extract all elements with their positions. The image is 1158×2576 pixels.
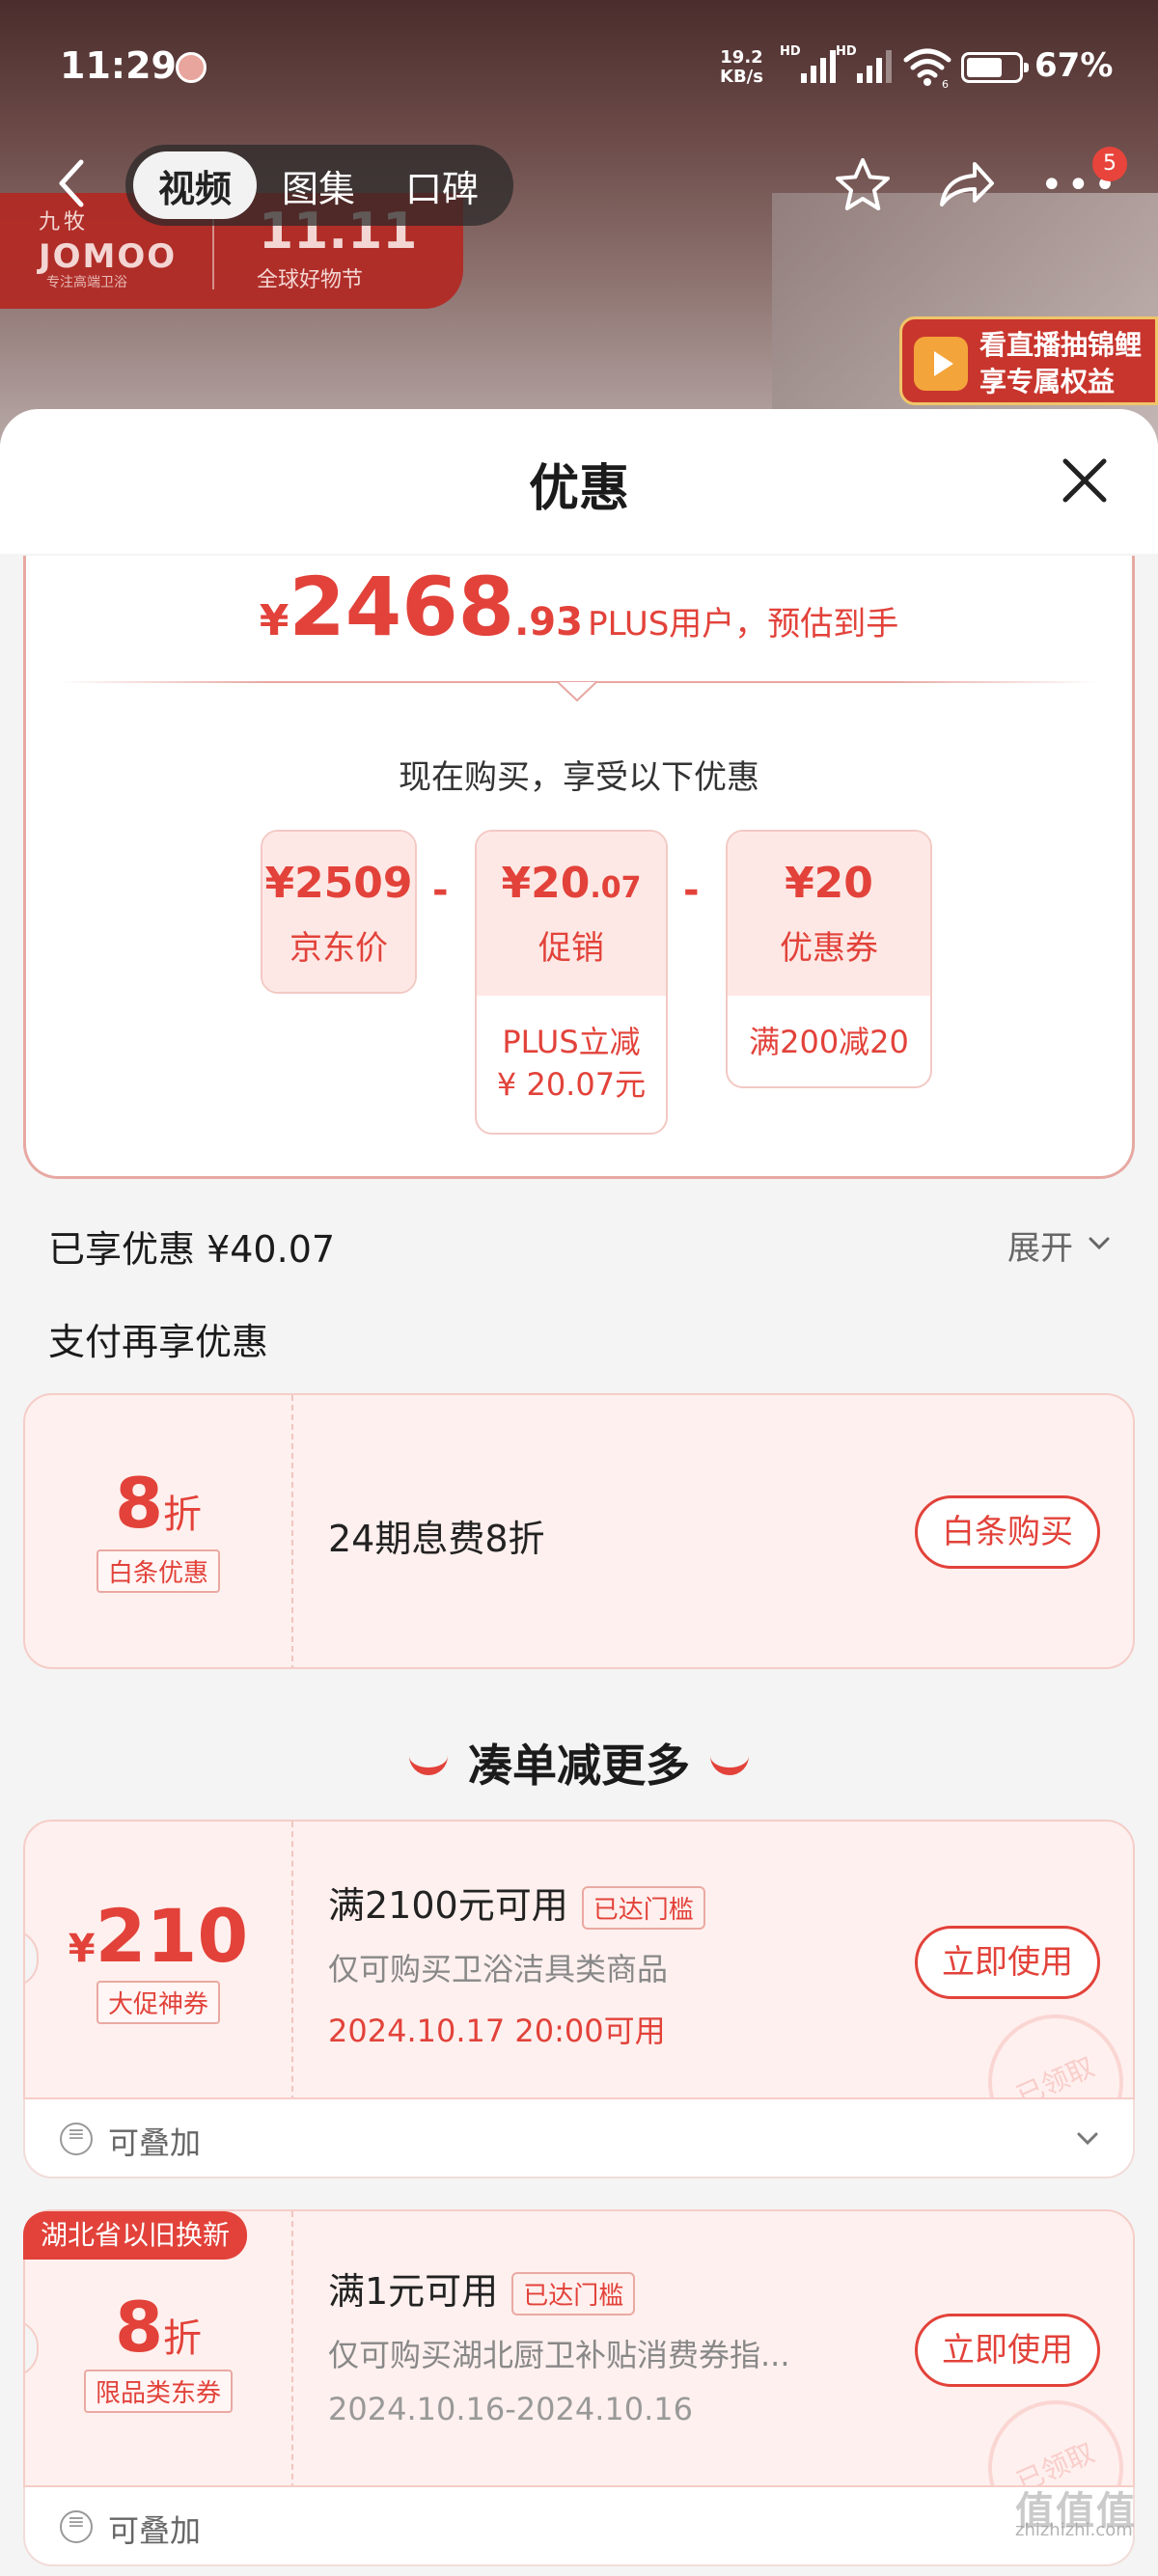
divider-notch [558,681,596,702]
more-section-title: 凑单减更多 [468,1740,690,1792]
battery-icon [961,52,1029,83]
price-yen: ¥ [259,596,290,645]
coupon2-unit: 折 [163,2316,203,2361]
coupon-value: ¥20 [785,859,873,908]
coupon2-separator [291,2211,293,2485]
coupon1-separator [291,1822,293,2097]
signal-icon-2: HD [836,44,892,83]
watermark-url: zhizhizhi.com [1015,2520,1133,2540]
share-icon[interactable] [936,156,996,212]
promo-label: 促销 [538,929,604,968]
promo-detail-2: ¥ 20.07元 [496,1066,647,1103]
coupon2-tag: 限品类东券 [83,2370,233,2413]
hd-label-2: HD [836,44,857,59]
price-decimal: .93 [514,600,583,644]
sheet-title: 优惠 [528,460,629,518]
promo-value-decimal: .07 [590,871,642,905]
coupon1-use-button[interactable]: 立即使用 [915,1926,1100,1999]
coupon-detail: 满200减20 [749,1024,909,1060]
coupon1-tag: 大促神券 [96,1981,220,2024]
live-line-1: 看直播抽锦鲤 [979,329,1143,361]
coupon2-use-button[interactable]: 立即使用 [915,2314,1100,2387]
net-speed-value: 19.2 [720,47,763,68]
coupon2-stackable-label: 可叠加 [108,2512,202,2549]
pay-section-title: 支付再享优惠 [48,1321,269,1363]
live-play-icon [914,337,968,391]
breakdown-promotion: ¥20.07 促销 PLUS立减 ¥ 20.07元 [475,830,668,1135]
promo-value: ¥20 [501,859,591,908]
coupon2-amount: 8 [114,2287,164,2368]
net-speed-unit: KB/s [720,67,763,87]
tab-gallery[interactable]: 图集 [257,151,380,219]
baitiao-amount: 8 [114,1463,164,1544]
jd-price-label: 京东价 [290,929,388,968]
wifi-sub: 6 [942,78,949,89]
breakdown-coupon: ¥20 优惠券 满200减20 [726,830,932,1088]
wifi-icon: 6 [903,48,951,89]
status-time: 11:29 [60,44,177,87]
enjoyed-discount: 已享优惠 ¥40.07 [48,1228,336,1271]
stackable-icon [60,2510,93,2543]
back-icon[interactable] [48,154,96,212]
promo-detail-1: PLUS立减 [502,1024,641,1060]
chevron-down-icon[interactable] [1087,1235,1112,1252]
brand-en: JOMOO [39,237,178,276]
coupon1-amount: 210 [95,1893,249,1979]
coupon2-date: 2024.10.16-2024.10.16 [328,2391,693,2427]
baitiao-tag: 白条优惠 [96,1549,220,1593]
breakdown-jd-price: ¥2509 京东价 [261,830,417,994]
coupon-label: 优惠券 [780,929,878,968]
event-subtitle: 全球好物节 [257,268,364,292]
coupon1-stackable-row[interactable]: 可叠加 [23,2099,1135,2179]
media-tabs: 视频 图集 口碑 [125,145,513,226]
baitiao-unit: 折 [163,1493,203,1537]
estimated-price: ¥2468.93 PLUS用户，预估到手 [0,560,1158,654]
coupon2-reached-badge: 已达门槛 [511,2272,636,2316]
coupon1-date: 2024.10.17 20:00可用 [328,2013,666,2049]
favorite-star-icon[interactable] [832,154,894,216]
minus-sign-1: - [432,868,449,913]
coupon1-stackable-label: 可叠加 [108,2124,202,2161]
tab-reviews[interactable]: 口碑 [380,151,504,219]
expand-button[interactable]: 展开 [1007,1221,1073,1269]
coupon1-title-text: 满2100元可用 [328,1884,568,1927]
coupon1-title: 满2100元可用 已达门槛 [328,1876,705,1930]
baitiao-separator [291,1395,293,1667]
price-label: PLUS用户，预估到手 [588,605,899,644]
tab-video[interactable]: 视频 [133,151,258,219]
close-icon[interactable] [1056,452,1114,509]
stackable-icon [60,2123,93,2155]
coupon1-claimed-stamp: 已领取 [966,1992,1133,2097]
hd-label-1: HD [780,44,801,59]
minus-sign-2: - [683,868,700,913]
more-badge: 5 [1092,147,1127,181]
coupon-card-1: ¥210 大促神券 满2100元可用 已达门槛 仅可购买卫浴洁具类商品 2024.… [23,1820,1135,2099]
coupon2-stackable-row[interactable]: 可叠加 [23,2487,1135,2566]
buy-now-text: 现在购买，享受以下优惠 [399,758,759,797]
coupon2-desc: 仅可购买湖北厨卫补贴消费券指... [328,2337,790,2373]
coupon2-region-badge: 湖北省以旧换新 [23,2211,248,2260]
brand-tagline: 专注高端卫浴 [46,275,127,290]
baitiao-buy-button[interactable]: 白条购买 [915,1495,1100,1569]
net-speed: 19.2 KB/s [720,48,763,87]
coupon2-title-text: 满1元可用 [328,2270,499,2313]
signal-icon-1: HD [780,44,836,83]
battery-percent: 67% [1034,46,1114,85]
jd-price-value: ¥2509 [264,859,413,908]
baitiao-text: 24期息费8折 [328,1518,545,1560]
coupon1-desc: 仅可购买卫浴洁具类商品 [328,1951,669,1987]
chevron-down-icon[interactable] [1075,2130,1100,2148]
notification-icon [176,52,207,83]
coupon1-currency: ¥ [68,1927,96,1971]
live-line-2: 享专属权益 [979,366,1116,397]
price-integer: 2468 [289,560,515,654]
coupon2-claimed-stamp: 已领取 [966,2378,1133,2485]
live-banner[interactable]: 看直播抽锦鲤 享专属权益 [899,316,1158,405]
coupon1-reached-badge: 已达门槛 [581,1886,705,1930]
baitiao-card: 8折 白条优惠 24期息费8折 白条购买 [23,1393,1135,1669]
